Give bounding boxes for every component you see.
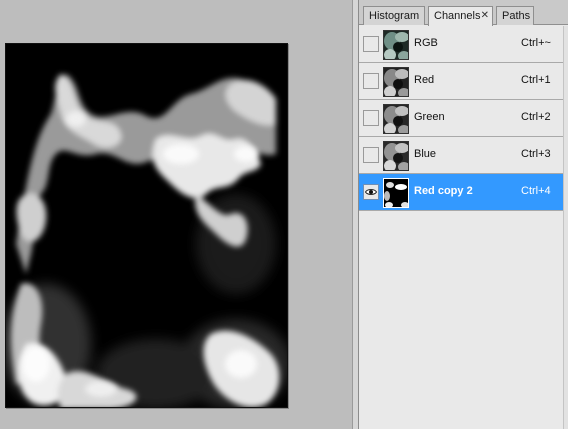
cloud-image	[6, 44, 287, 407]
tab-channels-label: Channels	[434, 10, 481, 22]
channel-shortcut: Ctrl+1	[521, 74, 551, 86]
channel-thumbnail	[383, 104, 409, 134]
tab-channels[interactable]: Channels ✕	[428, 6, 493, 26]
channel-shortcut: Ctrl+4	[521, 185, 551, 197]
channel-row-red-copy-2[interactable]: Red copy 2 Ctrl+4	[359, 174, 563, 211]
panel-splitter[interactable]	[352, 0, 359, 429]
channel-thumbnail	[383, 67, 409, 97]
channels-panel: Histogram Channels ✕ Paths RGB Ctrl+~ Re…	[359, 0, 568, 429]
channel-thumbnail	[383, 178, 409, 208]
channel-name: RGB	[414, 37, 438, 49]
channel-row-rgb[interactable]: RGB Ctrl+~	[359, 26, 563, 63]
tab-paths-label: Paths	[502, 10, 531, 22]
visibility-toggle[interactable]	[363, 184, 379, 200]
document-canvas[interactable]	[5, 43, 288, 408]
channel-shortcut: Ctrl+~	[521, 37, 551, 49]
channel-shortcut: Ctrl+2	[521, 111, 551, 123]
tab-paths[interactable]: Paths	[496, 6, 534, 25]
channel-thumbnail	[383, 30, 409, 60]
visibility-toggle[interactable]	[363, 73, 379, 89]
channel-thumbnail	[383, 141, 409, 171]
visibility-toggle[interactable]	[363, 147, 379, 163]
close-icon[interactable]: ✕	[481, 7, 489, 25]
channel-row-blue[interactable]: Blue Ctrl+3	[359, 137, 563, 174]
tab-histogram-label: Histogram	[369, 10, 420, 22]
channel-shortcut: Ctrl+3	[521, 148, 551, 160]
channel-name: Green	[414, 111, 445, 123]
canvas-area[interactable]	[0, 0, 352, 429]
eye-icon	[365, 189, 377, 195]
panel-tabbar: Histogram Channels ✕ Paths	[359, 0, 568, 26]
channel-row-red[interactable]: Red Ctrl+1	[359, 63, 563, 100]
visibility-toggle[interactable]	[363, 36, 379, 52]
visibility-toggle[interactable]	[363, 110, 379, 126]
channel-name: Red	[414, 74, 435, 86]
channel-name: Blue	[414, 148, 437, 160]
panel-scrollbar[interactable]	[563, 26, 568, 429]
channel-list: RGB Ctrl+~ Red Ctrl+1 Green Ctrl+2 Blue …	[359, 26, 563, 211]
channel-name: Red copy 2	[414, 185, 473, 197]
channel-row-green[interactable]: Green Ctrl+2	[359, 100, 563, 137]
tab-histogram[interactable]: Histogram	[363, 6, 425, 25]
